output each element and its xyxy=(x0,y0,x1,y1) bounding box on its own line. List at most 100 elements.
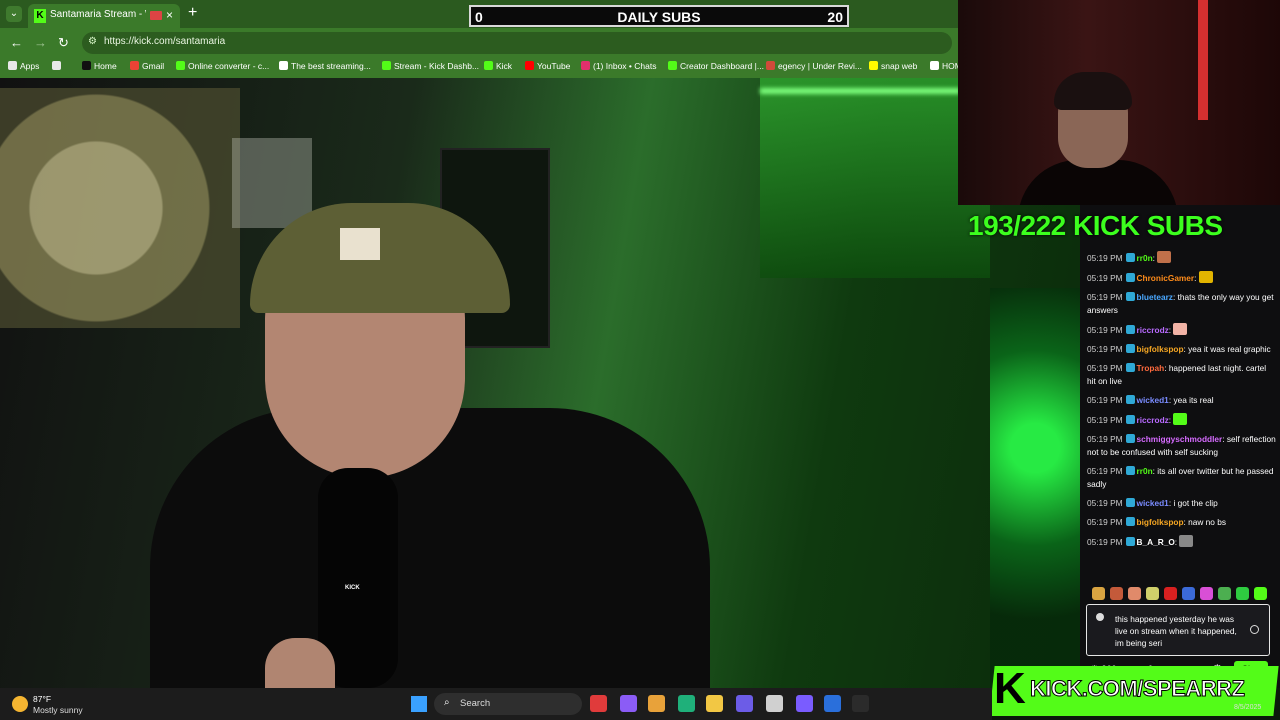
bookmark-item[interactable]: Kick xyxy=(484,61,512,71)
chat-username[interactable]: rr0n xyxy=(1137,253,1153,263)
close-tab-button[interactable]: × xyxy=(166,8,173,22)
chat-message: 05:19 PM schmiggyschmoddler: self reflect… xyxy=(1087,433,1277,459)
chat-message: 05:19 PM rr0n: xyxy=(1087,251,1277,265)
chat-username[interactable]: wicked1 xyxy=(1137,498,1169,508)
reload-button[interactable]: ↻ xyxy=(58,35,69,51)
taskbar-app-icon[interactable] xyxy=(590,695,607,712)
taskbar-app-icon[interactable] xyxy=(736,695,753,712)
chat-username[interactable]: B_A_R_O xyxy=(1137,537,1175,547)
chat-username[interactable]: Tropah xyxy=(1137,363,1165,373)
subscriber-badge-icon xyxy=(1125,434,1135,443)
chat-username[interactable]: schmiggyschmoddler xyxy=(1137,434,1223,444)
chat-input[interactable]: this happened yesterday he was live on s… xyxy=(1086,604,1270,656)
bookmark-icon xyxy=(130,61,139,70)
kick-channel-url: KICK.COM/SPEARRZ xyxy=(1029,676,1245,702)
taskbar-app-icon[interactable] xyxy=(648,695,665,712)
site-info-icon[interactable]: ⚙ xyxy=(88,36,97,47)
subscriber-badge-icon xyxy=(1125,537,1135,546)
taskbar-app-icon[interactable] xyxy=(706,695,723,712)
search-icon: ⌕ xyxy=(444,697,450,708)
bookmark-item[interactable]: Home xyxy=(82,61,117,71)
emote-picker-icon[interactable] xyxy=(1236,587,1249,600)
bookmark-item[interactable]: snap web xyxy=(869,61,917,71)
chat-input-icon xyxy=(1096,613,1104,621)
chat-timestamp: 05:19 PM xyxy=(1087,498,1123,508)
chat-emote-icon xyxy=(1173,323,1188,335)
chat-message: 05:19 PM rr0n: its all over twitter but h… xyxy=(1087,465,1277,491)
temperature[interactable]: 87°F xyxy=(33,694,51,704)
bookmark-icon xyxy=(279,61,288,70)
chat-username[interactable]: wicked1 xyxy=(1137,395,1169,405)
forward-button[interactable]: → xyxy=(34,35,47,50)
bookmark-icon xyxy=(930,61,939,70)
cam-hair xyxy=(1054,72,1132,110)
taskbar-app-icon[interactable] xyxy=(824,695,841,712)
taskbar-app-icon[interactable] xyxy=(852,695,869,712)
bookmark-item[interactable]: Apps xyxy=(8,61,39,71)
bookmark-item[interactable]: The best streaming... xyxy=(279,61,371,71)
chat-message: 05:19 PM B_A_R_O: xyxy=(1087,535,1277,549)
bookmark-item[interactable]: Gmail xyxy=(130,61,164,71)
taskbar-search[interactable]: ⌕ Search xyxy=(434,693,582,715)
taskbar-app-icon[interactable] xyxy=(620,695,637,712)
taskbar-app-icon[interactable] xyxy=(678,695,695,712)
new-tab-button[interactable]: + xyxy=(188,4,197,22)
bookmark-label: Stream - Kick Dashb... xyxy=(394,61,480,71)
chat-username[interactable]: bigfolkspop xyxy=(1137,344,1184,354)
windows-start-icon[interactable] xyxy=(411,696,427,712)
bookmark-item[interactable]: egency | Under Revi... xyxy=(766,61,862,71)
windows-taskbar: 87°F Mostly sunny ⌕ Search xyxy=(0,688,992,720)
emote-picker-icon[interactable] xyxy=(1254,587,1267,600)
stream-video[interactable]: KICK xyxy=(0,78,1080,688)
emote-picker-icon[interactable] xyxy=(1218,587,1231,600)
screen: ⌄ K Santamaria Stream - Watch × + 0 DAIL… xyxy=(0,0,1280,720)
chat-username[interactable]: bigfolkspop xyxy=(1137,517,1184,527)
subscriber-badge-icon xyxy=(1125,344,1135,353)
chat-message: 05:19 PM bigfolkspop: naw no bs xyxy=(1087,516,1277,529)
bookmark-item[interactable]: Stream - Kick Dashb... xyxy=(382,61,479,71)
tab-santamaria[interactable]: K Santamaria Stream - Watch × xyxy=(28,4,180,28)
chat-username[interactable]: ChronicGamer xyxy=(1137,273,1195,283)
recording-icon[interactable] xyxy=(150,11,162,20)
chat-message: 05:19 PM bigfolkspop: yea it was real gra… xyxy=(1087,343,1277,356)
chat-username[interactable]: rr0n xyxy=(1137,466,1153,476)
emote-picker-icon[interactable] xyxy=(1146,587,1159,600)
chat-emote-icon xyxy=(1198,271,1213,283)
url-input[interactable]: ⚙ https://kick.com/santamaria xyxy=(82,32,952,54)
chat-message: 05:19 PM Tropah: happened last night. car… xyxy=(1087,362,1277,388)
weather-condition[interactable]: Mostly sunny xyxy=(33,705,83,715)
chat-timestamp: 05:19 PM xyxy=(1087,466,1123,476)
taskbar-app-icon[interactable] xyxy=(796,695,813,712)
bookmark-item[interactable]: Online converter - c... xyxy=(176,61,269,71)
daily-subs-overlay: 0 DAILY SUBS 20 xyxy=(469,5,849,27)
subscriber-badge-icon xyxy=(1125,395,1135,404)
bookmark-icon xyxy=(766,61,775,70)
bookmark-item[interactable]: YouTube xyxy=(525,61,570,71)
emote-picker-icon[interactable] xyxy=(1128,587,1141,600)
bookmark-label: (1) Inbox • Chats xyxy=(593,61,657,71)
bookmark-label: snap web xyxy=(881,61,918,71)
chat-timestamp: 05:19 PM xyxy=(1087,325,1123,335)
taskbar-app-icon[interactable] xyxy=(766,695,783,712)
emoji-icon[interactable] xyxy=(1250,625,1259,634)
back-button[interactable]: ← xyxy=(10,35,23,50)
chat-username[interactable]: riccrodz xyxy=(1137,325,1169,335)
sun-icon[interactable] xyxy=(12,696,28,712)
chat-username[interactable]: bluetearz xyxy=(1137,292,1173,302)
chat-username[interactable]: riccrodz xyxy=(1137,415,1169,425)
chat-timestamp: 05:19 PM xyxy=(1087,273,1123,283)
bookmark-item[interactable]: (1) Inbox • Chats xyxy=(581,61,656,71)
bookmark-label: Kick xyxy=(496,61,513,71)
emote-picker-icon[interactable] xyxy=(1182,587,1195,600)
pc-case xyxy=(990,288,1080,688)
bookmark-item[interactable] xyxy=(52,61,64,71)
emote-picker-icon[interactable] xyxy=(1110,587,1123,600)
emote-picker-icon[interactable] xyxy=(1092,587,1105,600)
emote-picker-icon[interactable] xyxy=(1164,587,1177,600)
wall-frame xyxy=(232,138,312,228)
emote-bar xyxy=(1088,586,1274,602)
emote-picker-icon[interactable] xyxy=(1200,587,1213,600)
kick-logo: K xyxy=(994,664,1026,713)
bookmark-item[interactable]: Creator Dashboard |... xyxy=(668,61,764,71)
tab-search-button[interactable]: ⌄ xyxy=(6,6,22,22)
